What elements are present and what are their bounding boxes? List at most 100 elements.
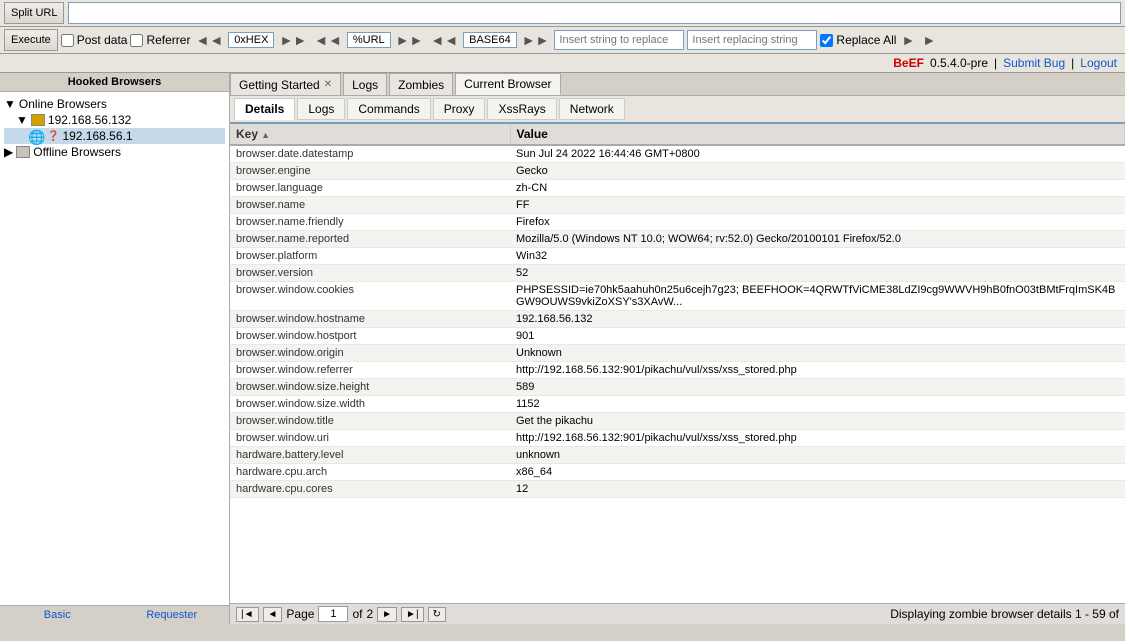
submit-bug-link[interactable]: Submit Bug: [1003, 56, 1065, 70]
page-input[interactable]: [318, 606, 348, 622]
tab-zombies[interactable]: Zombies: [389, 73, 453, 95]
post-data-check[interactable]: Post data: [61, 33, 128, 47]
percent-url-label: %URL: [347, 32, 391, 48]
first-page-btn[interactable]: |◄: [236, 607, 259, 622]
online-browsers-label: Online Browsers: [19, 97, 107, 111]
online-browsers-item[interactable]: ▼ Online Browsers: [4, 96, 225, 112]
of-label: of: [352, 607, 362, 621]
cell-key: browser.name.reported: [230, 231, 510, 248]
table-row[interactable]: browser.name.reportedMozilla/5.0 (Window…: [230, 231, 1125, 248]
ip-item[interactable]: 🌐 ❓ 192.168.56.1: [4, 128, 225, 144]
tab-inner-logs[interactable]: Logs: [297, 98, 345, 120]
basic-button[interactable]: Basic: [0, 606, 115, 624]
table-row[interactable]: browser.window.size.width1152: [230, 396, 1125, 413]
base64-label: BASE64: [463, 32, 517, 48]
cell-value: 52: [510, 265, 1125, 282]
tab-inner-commands[interactable]: Commands: [347, 98, 430, 120]
col-key-header[interactable]: Key ▲: [230, 124, 510, 145]
question-icon: ❓: [47, 131, 59, 142]
cell-value: http://192.168.56.132:901/pikachu/vul/xs…: [510, 362, 1125, 379]
separator-1: |: [994, 56, 997, 70]
cell-key: hardware.battery.level: [230, 447, 510, 464]
cell-key: browser.window.size.width: [230, 396, 510, 413]
sidebar: Hooked Browsers ▼ Online Browsers ▼ 192.…: [0, 73, 230, 624]
offline-browsers-item[interactable]: ▶ Offline Browsers: [4, 144, 225, 160]
table-row[interactable]: hardware.cpu.cores12: [230, 481, 1125, 498]
cell-value: 192.168.56.132: [510, 311, 1125, 328]
table-row[interactable]: browser.languagezh-CN: [230, 180, 1125, 197]
logout-link[interactable]: Logout: [1080, 56, 1117, 70]
replace-all-check[interactable]: Replace All: [820, 33, 896, 47]
execute-button[interactable]: Execute: [4, 29, 58, 51]
pager-controls: |◄ ◄ Page of 2 ► ►| ↻: [236, 606, 446, 622]
insert-replacing-input[interactable]: [687, 30, 817, 50]
left-arrow-2[interactable]: ◄◄: [312, 32, 344, 48]
table-row[interactable]: hardware.battery.levelunknown: [230, 447, 1125, 464]
insert-replace-input[interactable]: [554, 30, 684, 50]
url-input[interactable]: [68, 2, 1121, 24]
table-row[interactable]: browser.engineGecko: [230, 163, 1125, 180]
right-arrow-4[interactable]: ►: [899, 32, 917, 48]
table-row[interactable]: browser.name.friendlyFirefox: [230, 214, 1125, 231]
right-arrow-2[interactable]: ►►: [394, 32, 426, 48]
table-row[interactable]: browser.version52: [230, 265, 1125, 282]
right-arrow-3[interactable]: ►►: [520, 32, 552, 48]
table-row[interactable]: hardware.cpu.archx86_64: [230, 464, 1125, 481]
post-data-checkbox[interactable]: [61, 34, 74, 47]
left-arrow-1[interactable]: ◄◄: [193, 32, 225, 48]
table-row[interactable]: browser.date.datestampSun Jul 24 2022 16…: [230, 145, 1125, 163]
cell-value: Gecko: [510, 163, 1125, 180]
cell-value: Sun Jul 24 2022 16:44:46 GMT+0800: [510, 145, 1125, 163]
replace-all-checkbox[interactable]: [820, 34, 833, 47]
cell-value: PHPSESSID=ie70hk5aahuh0n25u6cejh7g23; BE…: [510, 282, 1125, 311]
tab-inner-xssrays-label: XssRays: [498, 102, 545, 116]
cell-key: browser.window.origin: [230, 345, 510, 362]
details-table-container: Key ▲ Value browser.date.datestampSun Ju…: [230, 124, 1125, 603]
prev-page-btn[interactable]: ◄: [263, 607, 283, 622]
table-row[interactable]: browser.window.hostport901: [230, 328, 1125, 345]
tab-inner-proxy[interactable]: Proxy: [433, 98, 486, 120]
last-page-btn[interactable]: ►|: [401, 607, 424, 622]
table-row[interactable]: browser.window.urihttp://192.168.56.132:…: [230, 430, 1125, 447]
tab-inner-details-label: Details: [245, 102, 284, 116]
displaying-text: Displaying zombie browser details 1 - 59…: [890, 607, 1119, 621]
tab-current-browser-label: Current Browser: [464, 77, 551, 91]
right-arrow-5[interactable]: ►: [920, 32, 938, 48]
cell-key: browser.window.cookies: [230, 282, 510, 311]
separator-2: |: [1071, 56, 1074, 70]
tab-getting-started-close[interactable]: ✕: [324, 79, 332, 90]
cell-value: 901: [510, 328, 1125, 345]
ip-group-item[interactable]: ▼ 192.168.56.132: [4, 112, 225, 128]
tab-inner-network[interactable]: Network: [559, 98, 625, 120]
table-row[interactable]: browser.window.originUnknown: [230, 345, 1125, 362]
table-row[interactable]: browser.window.cookiesPHPSESSID=ie70hk5a…: [230, 282, 1125, 311]
tab-current-browser[interactable]: Current Browser: [455, 73, 560, 95]
tab-logs-label: Logs: [352, 78, 378, 92]
left-arrow-3[interactable]: ◄◄: [428, 32, 460, 48]
tab-logs[interactable]: Logs: [343, 73, 387, 95]
table-row[interactable]: browser.window.titleGet the pikachu: [230, 413, 1125, 430]
cell-key: browser.date.datestamp: [230, 145, 510, 163]
cell-value: Win32: [510, 248, 1125, 265]
requester-button[interactable]: Requester: [115, 606, 230, 624]
table-row[interactable]: browser.window.hostname192.168.56.132: [230, 311, 1125, 328]
cell-value: unknown: [510, 447, 1125, 464]
browser-icon: 🌐: [28, 129, 44, 143]
split-url-button[interactable]: Split URL: [4, 2, 64, 24]
referrer-checkbox[interactable]: [130, 34, 143, 47]
col-value-header[interactable]: Value: [510, 124, 1125, 145]
next-page-btn[interactable]: ►: [377, 607, 397, 622]
tab-getting-started[interactable]: Getting Started ✕: [230, 73, 341, 95]
referrer-check[interactable]: Referrer: [130, 33, 190, 47]
table-row[interactable]: browser.window.size.height589: [230, 379, 1125, 396]
tab-inner-commands-label: Commands: [358, 102, 419, 116]
right-arrow-1[interactable]: ►►: [277, 32, 309, 48]
tab-inner-details[interactable]: Details: [234, 98, 295, 120]
table-row[interactable]: browser.platformWin32: [230, 248, 1125, 265]
cell-value: Get the pikachu: [510, 413, 1125, 430]
sidebar-footer: Basic Requester: [0, 605, 229, 624]
tab-inner-xssrays[interactable]: XssRays: [487, 98, 556, 120]
refresh-btn[interactable]: ↻: [428, 607, 446, 622]
table-row[interactable]: browser.nameFF: [230, 197, 1125, 214]
table-row[interactable]: browser.window.referrerhttp://192.168.56…: [230, 362, 1125, 379]
